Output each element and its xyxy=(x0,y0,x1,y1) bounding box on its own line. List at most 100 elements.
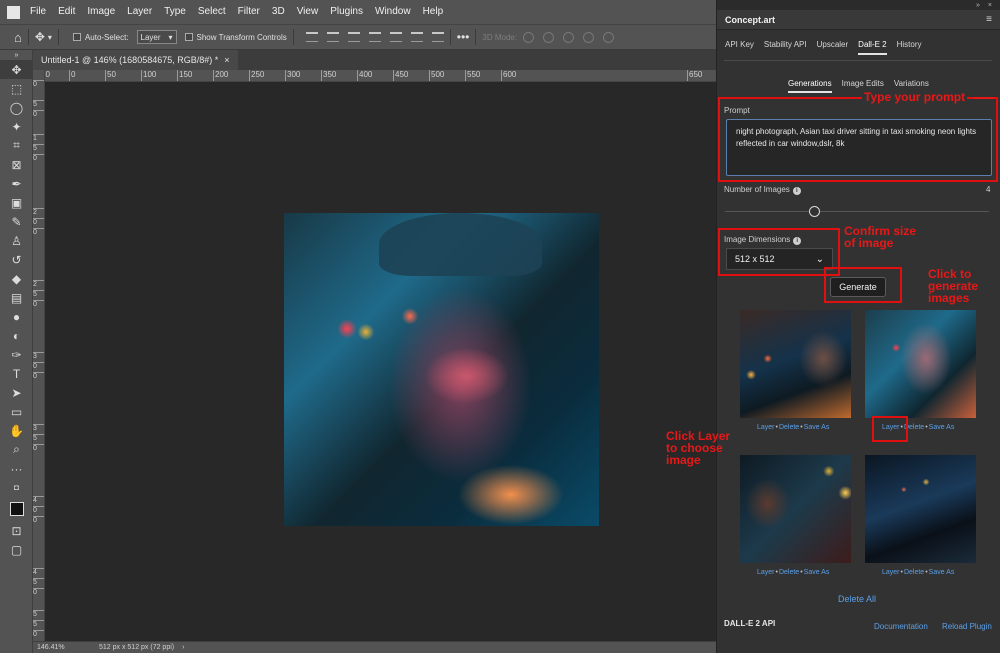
menu-3d[interactable]: 3D xyxy=(266,0,291,24)
auto-select-target-dropdown[interactable]: Layer ▾ xyxy=(136,30,177,44)
layer-link[interactable]: Layer xyxy=(882,569,900,576)
layer-link[interactable]: Layer xyxy=(757,569,775,576)
chevron-down-icon[interactable]: ▾ xyxy=(48,33,52,42)
default-colors-icon[interactable]: ◘ xyxy=(0,478,33,497)
ruler-tick: 0 xyxy=(33,80,44,90)
number-of-images-slider-thumb[interactable] xyxy=(809,206,820,217)
crop-tool-icon[interactable]: ⌗ xyxy=(0,136,33,155)
zoom-tool-icon[interactable]: ⌕ xyxy=(0,440,33,459)
menu-select[interactable]: Select xyxy=(192,0,232,24)
hamburger-menu-icon[interactable]: ≡ xyxy=(986,14,992,25)
align-right-icon[interactable] xyxy=(347,32,360,42)
close-icon[interactable]: × xyxy=(224,50,229,70)
reload-plugin-link[interactable]: Reload Plugin xyxy=(942,622,992,631)
menu-image[interactable]: Image xyxy=(81,0,121,24)
magic-wand-icon[interactable]: ✦ xyxy=(0,117,33,136)
healing-brush-icon[interactable]: ▣ xyxy=(0,193,33,212)
brush-tool-icon[interactable]: ✎ xyxy=(0,212,33,231)
generated-image-thumbnail[interactable] xyxy=(865,455,976,563)
menu-filter[interactable]: Filter xyxy=(232,0,266,24)
menu-window[interactable]: Window xyxy=(369,0,417,24)
ruler-tick: 0 xyxy=(33,218,44,228)
tab-dall-e-2[interactable]: Dall-E 2 xyxy=(858,40,887,55)
align-bottom-icon[interactable] xyxy=(431,32,444,42)
show-transform-option[interactable]: Show Transform Controls xyxy=(184,33,287,42)
generated-image-thumbnail[interactable] xyxy=(740,310,851,418)
info-icon[interactable]: i xyxy=(792,187,801,195)
documentation-link[interactable]: Documentation xyxy=(874,622,928,631)
document-size: 512 px x 512 px (72 ppi) xyxy=(99,644,175,651)
menu-type[interactable]: Type xyxy=(158,0,192,24)
home-icon[interactable] xyxy=(2,0,24,24)
tab-history[interactable]: History xyxy=(897,40,922,55)
auto-select-checkbox[interactable] xyxy=(72,33,81,41)
ruler-tick: 2 xyxy=(33,280,44,290)
lasso-tool-icon[interactable]: ◯ xyxy=(0,98,33,117)
layer-link[interactable]: Layer xyxy=(757,424,775,431)
document-tab[interactable]: Untitled-1 @ 146% (1680584675, RGB/8#) *… xyxy=(33,50,238,70)
stamp-tool-icon[interactable]: ♙ xyxy=(0,231,33,250)
chevron-right-icon[interactable]: › xyxy=(182,644,184,651)
delete-link[interactable]: Delete xyxy=(904,569,924,576)
drag-icon[interactable] xyxy=(563,31,575,43)
menu-layer[interactable]: Layer xyxy=(121,0,158,24)
document-image[interactable] xyxy=(284,213,599,526)
home-icon[interactable]: ⌂ xyxy=(14,30,22,45)
shape-tool-icon[interactable]: ▭ xyxy=(0,402,33,421)
generated-image-thumbnail[interactable] xyxy=(865,310,976,418)
menu-view[interactable]: View xyxy=(291,0,325,24)
delete-link[interactable]: Delete xyxy=(779,569,799,576)
eraser-icon[interactable]: ◆ xyxy=(0,269,33,288)
move-tool-icon[interactable]: ✥ xyxy=(35,30,45,44)
show-transform-checkbox[interactable] xyxy=(184,33,193,41)
align-center-icon[interactable] xyxy=(326,32,339,42)
hand-tool-icon[interactable]: ✋ xyxy=(0,421,33,440)
history-brush-icon[interactable]: ↺ xyxy=(0,250,33,269)
orbit-icon[interactable] xyxy=(523,31,535,43)
marquee-tool-icon[interactable]: ⬚ xyxy=(0,79,33,98)
save-as-link[interactable]: Save As xyxy=(804,569,830,576)
save-as-link[interactable]: Save As xyxy=(929,424,955,431)
tab-api-key[interactable]: API Key xyxy=(725,40,754,55)
tab-stability-api[interactable]: Stability API xyxy=(764,40,807,55)
align-left-icon[interactable] xyxy=(305,32,318,42)
auto-select-label: Auto-Select: xyxy=(84,32,129,42)
number-of-images-slider-track[interactable] xyxy=(725,211,989,212)
type-tool-icon[interactable]: T xyxy=(0,364,33,383)
subtab-generations[interactable]: Generations xyxy=(788,79,832,93)
more-tools-icon[interactable]: ··· xyxy=(0,459,33,478)
gradient-tool-icon[interactable]: ▤ xyxy=(0,288,33,307)
roll-icon[interactable] xyxy=(543,31,555,43)
collapse-icon[interactable]: » xyxy=(976,2,980,9)
save-as-link[interactable]: Save As xyxy=(929,569,955,576)
delete-link[interactable]: Delete xyxy=(779,424,799,431)
screen-mode-icon[interactable]: ▢ xyxy=(0,540,33,559)
menu-help[interactable]: Help xyxy=(417,0,450,24)
more-options-icon[interactable]: ••• xyxy=(457,30,470,44)
align-middle-icon[interactable] xyxy=(410,32,423,42)
blur-tool-icon[interactable]: ● xyxy=(0,307,33,326)
pen-tool-icon[interactable]: ✑ xyxy=(0,345,33,364)
foreground-color-swatch[interactable] xyxy=(0,497,33,521)
quick-mask-icon[interactable]: ⊡ xyxy=(0,521,33,540)
menu-file[interactable]: File xyxy=(24,0,52,24)
auto-select-option[interactable]: Auto-Select: xyxy=(72,32,129,42)
distribute-icon[interactable] xyxy=(368,32,381,42)
move-tool-icon[interactable]: ✥ xyxy=(0,60,33,79)
frame-tool-icon[interactable]: ⊠ xyxy=(0,155,33,174)
menu-edit[interactable]: Edit xyxy=(52,0,81,24)
generated-image-thumbnail[interactable] xyxy=(740,455,851,563)
align-top-icon[interactable] xyxy=(389,32,402,42)
menu-plugins[interactable]: Plugins xyxy=(324,0,369,24)
close-icon[interactable]: × xyxy=(988,2,992,9)
tab-upscaler[interactable]: Upscaler xyxy=(817,40,849,55)
delete-all-button[interactable]: Delete All xyxy=(838,594,876,604)
zoom-level[interactable]: 146.41% xyxy=(37,644,89,651)
collapse-icon[interactable]: » xyxy=(0,50,33,60)
slide-icon[interactable] xyxy=(583,31,595,43)
path-select-icon[interactable]: ➤ xyxy=(0,383,33,402)
eyedropper-icon[interactable]: ✒ xyxy=(0,174,33,193)
dodge-tool-icon[interactable]: ◐ xyxy=(0,326,33,345)
save-as-link[interactable]: Save As xyxy=(804,424,830,431)
camera-icon[interactable] xyxy=(603,31,615,43)
